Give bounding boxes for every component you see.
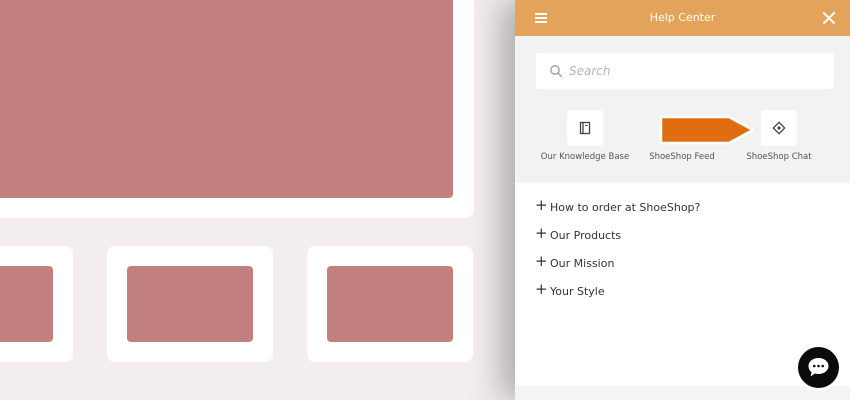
tile-label: Our Knowledge Base	[540, 152, 630, 162]
arrow-pointer-icon	[659, 115, 755, 145]
background-product-image	[327, 266, 453, 342]
faq-item[interactable]: + Your Style	[535, 280, 835, 308]
help-center-header: Help Center	[515, 0, 850, 36]
help-center-top-section: Our Knowledge Base ShoeShop Feed ShoeSho…	[515, 36, 850, 183]
plus-icon: +	[535, 196, 548, 214]
help-center-footer-strip	[515, 386, 850, 400]
help-center-panel: Help Center Our Knowledge Base	[515, 0, 850, 400]
plus-icon: +	[535, 280, 548, 298]
search-icon	[550, 65, 563, 78]
faq-label: Our Mission	[550, 257, 615, 270]
tile-icon-box	[567, 110, 603, 146]
background-hero-image	[0, 0, 453, 198]
tile-knowledge-base[interactable]: Our Knowledge Base	[530, 110, 640, 170]
search-box[interactable]	[536, 53, 834, 89]
tile-icon-box	[761, 110, 797, 146]
faq-label: Your Style	[550, 285, 605, 298]
background-product-image	[127, 266, 253, 342]
faq-list: + How to order at ShoeShop? + Our Produc…	[535, 196, 835, 308]
help-center-title: Help Center	[649, 11, 716, 24]
faq-label: How to order at ShoeShop?	[550, 201, 701, 214]
tile-label: ShoeShop Chat	[746, 152, 812, 162]
tile-label: ShoeShop Feed	[649, 152, 715, 162]
faq-item[interactable]: + Our Products	[535, 224, 835, 252]
faq-item[interactable]: + Our Mission	[535, 252, 835, 280]
chat-diamond-icon	[772, 121, 786, 135]
close-icon[interactable]	[822, 11, 836, 25]
chat-launcher-button[interactable]	[795, 344, 842, 391]
search-input[interactable]	[569, 61, 819, 81]
faq-label: Our Products	[550, 229, 622, 242]
background-product-image	[0, 266, 53, 342]
book-icon	[579, 121, 591, 135]
plus-icon: +	[535, 224, 548, 242]
chat-bubble-icon	[808, 358, 829, 377]
faq-item[interactable]: + How to order at ShoeShop?	[535, 196, 835, 224]
plus-icon: +	[535, 252, 548, 270]
